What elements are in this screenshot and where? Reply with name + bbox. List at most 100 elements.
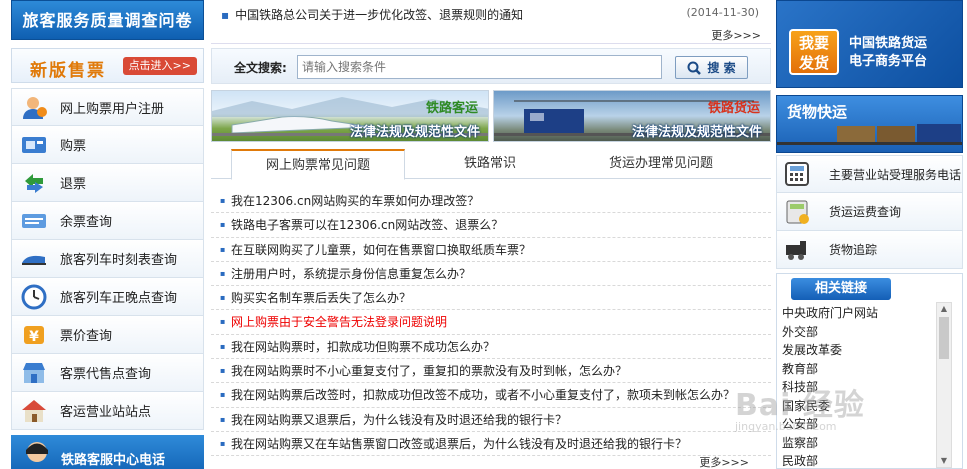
remaining-tickets-icon	[20, 208, 48, 234]
menu-label: 退票	[60, 177, 87, 192]
menu-item-cargo-tracking[interactable]: 货物追踪	[776, 231, 963, 269]
freight-platform-title: 中国铁路货运 电子商务平台	[849, 35, 927, 71]
agency-shop-icon	[20, 360, 48, 386]
search-label: 全文搜索:	[234, 61, 287, 75]
menu-label: 余票查询	[60, 215, 113, 230]
notice-more-link[interactable]: 更多>>>	[711, 27, 761, 43]
related-links-header: 相关链接	[791, 278, 891, 300]
faq-item[interactable]: 我在网站购票时不小心重复支付了，重复扣的票款没有及时到帐，怎么办？	[211, 359, 771, 384]
menu-item-timetable[interactable]: 旅客列车时刻表查询	[11, 240, 204, 278]
menu-item-on-time[interactable]: 旅客列车正晚点查询	[11, 278, 204, 316]
clock-icon	[20, 284, 48, 310]
menu-label: 货运运费查询	[829, 205, 902, 219]
scroll-up-arrow-icon[interactable]: ▲	[937, 303, 951, 315]
menu-label: 旅客列车时刻表查询	[60, 253, 178, 268]
customer-service-hotline-banner[interactable]: 铁路客服中心电话	[11, 435, 204, 469]
passenger-regulations-banner[interactable]: 铁路客运 法律法规及规范性文件	[211, 90, 489, 142]
menu-item-buy-ticket[interactable]: 购票	[11, 126, 204, 164]
menu-item-agency[interactable]: 客票代售点查询	[11, 354, 204, 392]
tab-railway-knowledge[interactable]: 铁路常识	[425, 149, 555, 179]
menu-item-remaining-tickets[interactable]: 余票查询	[11, 202, 204, 240]
notice-date: (2014-11-30)	[686, 6, 759, 19]
search-input[interactable]	[297, 55, 662, 79]
search-button-label: 搜 索	[707, 61, 736, 75]
survey-button[interactable]: 旅客服务质量调查问卷	[11, 0, 204, 40]
faq-item[interactable]: 我在网站购票后改签时，扣款成功但改签不成功，或者不小心重复支付了，款项未到帐怎么…	[211, 383, 771, 408]
faq-item[interactable]: 我在网站购票时，扣款成功但购票不成功怎么办？	[211, 335, 771, 360]
locomotive-icon	[783, 237, 811, 263]
menu-label: 票价查询	[60, 329, 113, 344]
banner-title: 铁路货运	[707, 101, 760, 116]
banner-subtitle: 法律法规及规范性文件	[631, 125, 762, 140]
main-content: ▪ 中国铁路总公司关于进一步优化改签、退票规则的通知 (2014-11-30) 更…	[211, 0, 771, 469]
faq-item[interactable]: 注册用户时，系统提示身份信息重复怎么办？	[211, 262, 771, 287]
menu-label: 网上购票用户注册	[60, 101, 165, 117]
related-link[interactable]: 外交部	[782, 323, 878, 342]
baidu-jingyan-watermark: Bai 经验 jingyan.baidu.com	[735, 380, 865, 433]
related-link[interactable]: 中央政府门户网站	[782, 304, 878, 323]
menu-item-freight-charge[interactable]: 货运运费查询	[776, 193, 963, 231]
freight-platform-line1: 中国铁路货运	[849, 36, 928, 51]
notice-title[interactable]: 中国铁路总公司关于进一步优化改签、退票规则的通知	[235, 8, 523, 22]
search-bar: 全文搜索: 搜 索	[211, 48, 771, 84]
scrollbar-thumb[interactable]	[939, 317, 949, 359]
search-icon	[687, 61, 702, 75]
faq-item[interactable]: 我在网站购票又退票后，为什么钱没有及时退还给我的银行卡？	[211, 408, 771, 432]
station-icon	[20, 398, 48, 424]
svg-text:¥: ¥	[29, 329, 39, 345]
related-link[interactable]: 发展改革委	[782, 341, 878, 360]
ship-cargo-badge: 我要 发货	[789, 29, 839, 75]
faq-list: 我在12306.cn网站购买的车票如何办理改签？ 铁路电子客票可以在12306.…	[211, 189, 771, 457]
timetable-icon	[20, 246, 48, 272]
related-links-panel: 相关链接 中央政府门户网站 外交部 发展改革委 教育部 科技部 国家民委 公安部…	[776, 273, 963, 469]
search-button[interactable]: 搜 索	[675, 56, 748, 79]
menu-item-register[interactable]: 网上购票用户注册	[11, 88, 204, 126]
hotline-label: 铁路客服中心电话	[61, 453, 166, 468]
watermark-main: Bai 经验	[735, 388, 865, 423]
passenger-menu: 网上购票用户注册 购票 退票 余票查询 旅客列车时刻表查询 旅客列车正晚点查询 …	[11, 88, 204, 430]
faq-item[interactable]: 购买实名制车票后丢失了怎么办？	[211, 286, 771, 311]
freight-platform-line2: 电子商务平台	[849, 54, 928, 69]
enter-button[interactable]: 点击进入>>	[122, 57, 197, 75]
faq-item[interactable]: 在互联网购买了儿童票，如何在售票窗口换取纸质车票？	[211, 238, 771, 262]
faq-item[interactable]: 我在12306.cn网站购买的车票如何办理改签？	[211, 189, 771, 214]
ticket-icon	[20, 132, 48, 158]
freight-ecommerce-banner[interactable]: 我要 发货 中国铁路货运 电子商务平台	[776, 0, 963, 88]
menu-item-service-phones[interactable]: 主要营业站受理服务电话	[776, 155, 963, 193]
faq-more-link[interactable]: 更多>>>	[699, 454, 749, 469]
menu-item-stations[interactable]: 客运营业站站点	[11, 392, 204, 430]
tab-freight-faq[interactable]: 货运办理常见问题	[571, 149, 751, 179]
faq-tabs: 网上购票常见问题 铁路常识 货运办理常见问题	[211, 149, 771, 180]
related-link[interactable]: 教育部	[782, 360, 878, 379]
faq-item[interactable]: 我在网站购票又在车站售票窗口改签或退票后，为什么钱没有及时退还给我的银行卡？	[211, 432, 771, 457]
freight-train-image	[777, 124, 962, 145]
regulation-banners: 铁路客运 法律法规及规范性文件 铁路货运 法律法规及规范性文件	[211, 90, 771, 145]
left-sidebar: 旅客服务质量调查问卷 新版售票 点击进入>> 网上购票用户注册 购票 退票 余票…	[11, 0, 204, 469]
related-link[interactable]: 监察部	[782, 434, 878, 453]
links-scrollbar[interactable]: ▲ ▼	[936, 302, 952, 468]
refund-icon	[20, 170, 48, 196]
notice-item[interactable]: ▪ 中国铁路总公司关于进一步优化改签、退票规则的通知 (2014-11-30)	[211, 6, 771, 23]
user-register-icon	[20, 94, 48, 120]
calculator-icon	[783, 199, 811, 225]
menu-item-fare[interactable]: ¥ 票价查询	[11, 316, 204, 354]
price-icon: ¥	[20, 322, 48, 348]
menu-label: 主要营业站受理服务电话	[829, 167, 962, 182]
notice-panel: ▪ 中国铁路总公司关于进一步优化改签、退票规则的通知 (2014-11-30) 更…	[211, 0, 771, 44]
menu-label: 旅客列车正晚点查询	[60, 291, 178, 306]
cargo-express-banner[interactable]: 货物快运	[776, 95, 963, 153]
operator-avatar-icon	[26, 442, 48, 462]
freight-menu: 主要营业站受理服务电话 货运运费查询 货物追踪	[776, 155, 963, 269]
menu-item-refund[interactable]: 退票	[11, 164, 204, 202]
freight-regulations-banner[interactable]: 铁路货运 法律法规及规范性文件	[493, 90, 771, 142]
new-version-title: 新版售票	[30, 61, 106, 81]
faq-item-highlight[interactable]: 网上购票由于安全警告无法登录问题说明	[211, 310, 771, 335]
related-link[interactable]: 民政部	[782, 452, 878, 469]
menu-label: 货物追踪	[829, 243, 878, 257]
scroll-down-arrow-icon[interactable]: ▼	[937, 455, 951, 467]
faq-item[interactable]: 铁路电子客票可以在12306.cn网站改签、退票么？	[211, 213, 771, 238]
bullet-icon: ▪	[221, 8, 230, 22]
new-version-ticketing-banner[interactable]: 新版售票 点击进入>>	[11, 48, 204, 83]
tab-online-ticket-faq[interactable]: 网上购票常见问题	[231, 149, 405, 180]
banner-subtitle: 法律法规及规范性文件	[349, 125, 480, 140]
